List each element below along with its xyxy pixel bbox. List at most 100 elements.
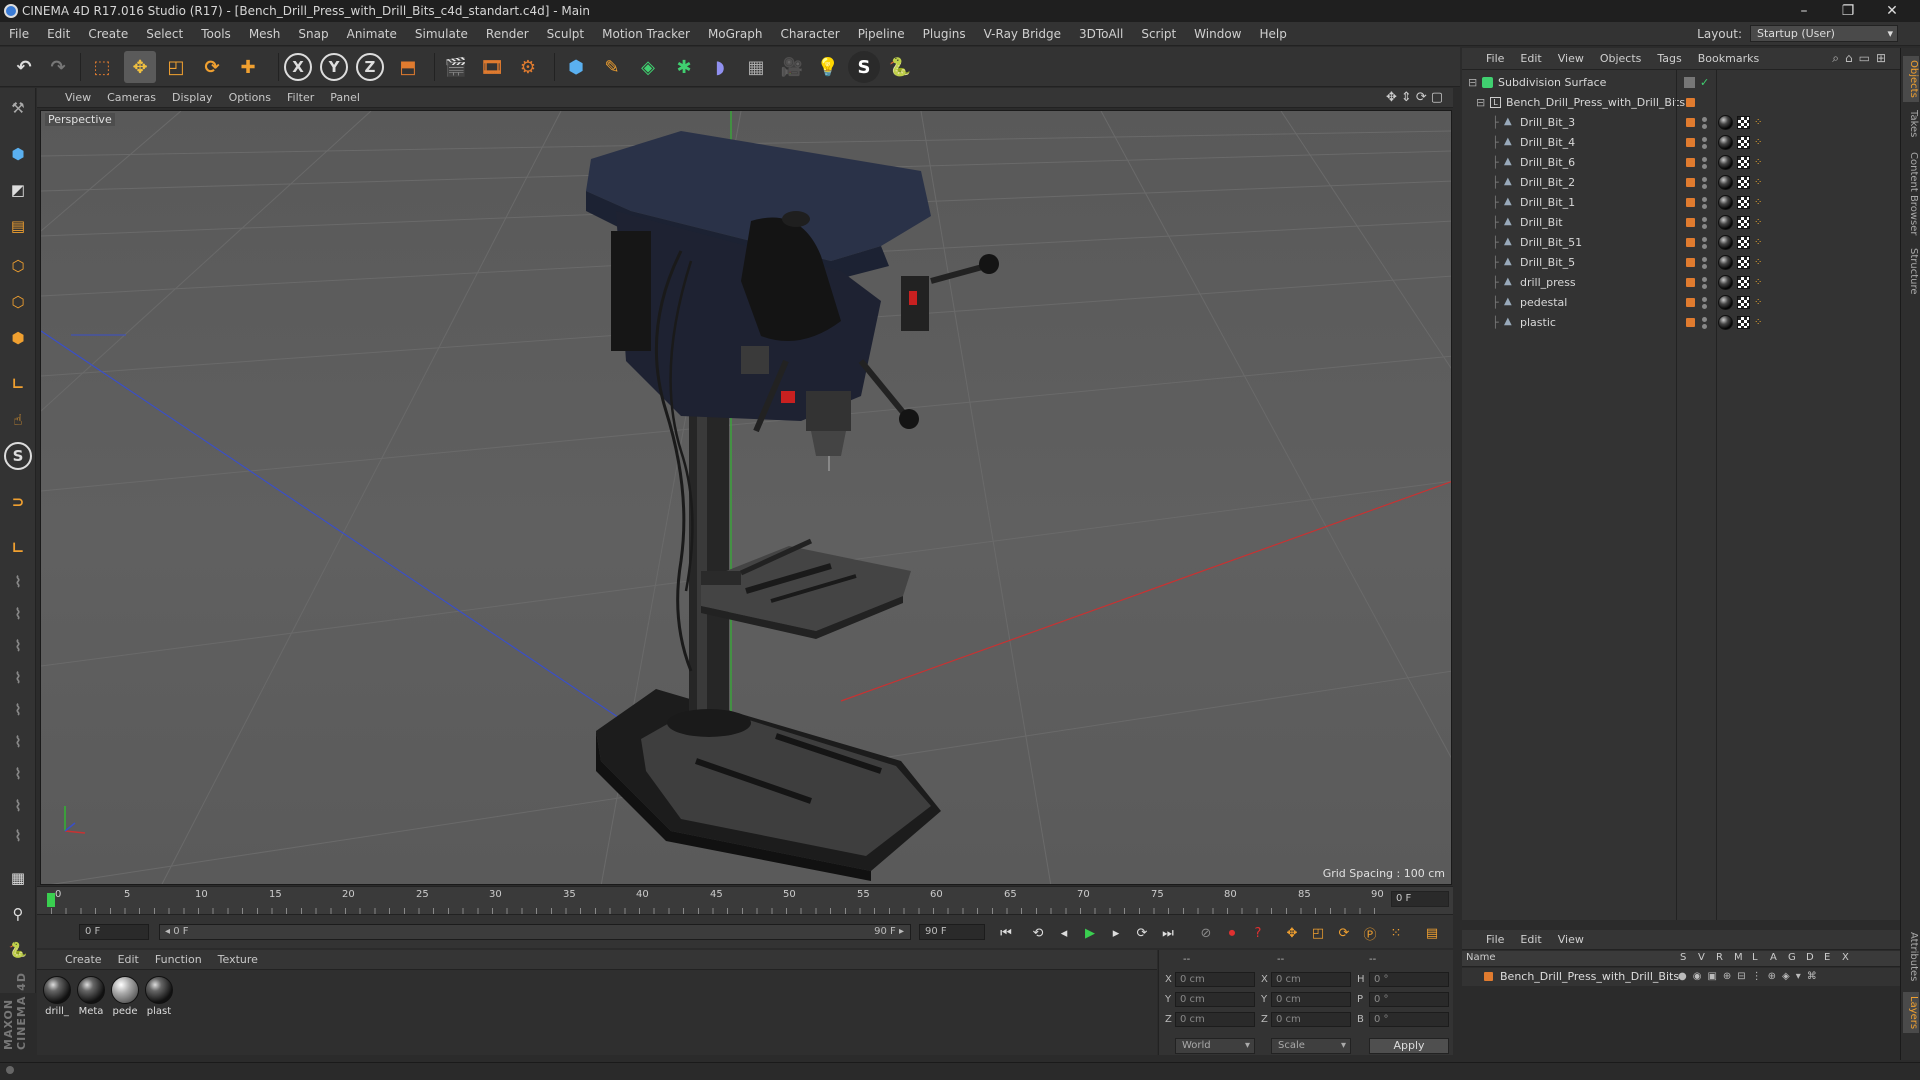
viewport-camera-label[interactable]: Perspective: [45, 113, 115, 126]
object-row-drill-bit[interactable]: ├ ▲ Drill_Bit ⁘: [1462, 213, 1900, 232]
array-cloner-icon[interactable]: ✱: [668, 51, 700, 83]
material-tag-icon[interactable]: [1718, 155, 1733, 170]
render-view-icon[interactable]: 🎬: [440, 51, 472, 83]
menu-render[interactable]: Render: [477, 27, 538, 41]
uvw-tag-icon[interactable]: [1737, 256, 1750, 269]
side-tab-layers[interactable]: Layers: [1903, 992, 1919, 1034]
menu-vray-bridge[interactable]: V-Ray Bridge: [975, 27, 1070, 41]
keyframe-selection-icon[interactable]: ?: [1247, 922, 1269, 944]
object-row-group[interactable]: ⊟ L Bench_Drill_Press_with_Drill_Bits: [1462, 93, 1900, 112]
recent-tools-icon[interactable]: ✚: [232, 51, 264, 83]
uvw-tag-icon[interactable]: [1737, 196, 1750, 209]
timeline-ruler[interactable]: 0 5 10 15 20 25 30 35 40 45 50 55 60 65 …: [37, 886, 1453, 914]
size-x-field[interactable]: 0 cm: [1271, 972, 1351, 987]
position-x-field[interactable]: 0 cm: [1175, 972, 1255, 987]
editor-visibility-dot[interactable]: [1702, 297, 1707, 302]
material-menu-edit[interactable]: Edit: [110, 953, 147, 966]
brush-inflate-icon[interactable]: ⌇: [4, 728, 32, 756]
uvw-tag-icon[interactable]: [1737, 276, 1750, 289]
redo-icon[interactable]: ↷: [42, 51, 74, 83]
previous-frame-icon[interactable]: ◂: [1053, 922, 1075, 944]
editor-visibility-dot[interactable]: [1702, 217, 1707, 222]
lm-menu-file[interactable]: File: [1462, 933, 1512, 946]
undo-icon[interactable]: ↶: [8, 51, 40, 83]
camera-icon[interactable]: 🎥: [776, 51, 808, 83]
render-visibility-dot[interactable]: [1702, 144, 1707, 149]
side-tab-takes[interactable]: Takes: [1903, 106, 1919, 141]
editor-visibility-dot[interactable]: [1702, 257, 1707, 262]
selection-tag-icon[interactable]: ⁘: [1754, 138, 1764, 148]
perspective-viewport[interactable]: Perspective Grid Spacing : 100 cm: [40, 110, 1452, 885]
editor-visibility-dot[interactable]: [1702, 317, 1707, 322]
selection-tag-icon[interactable]: ⁘: [1754, 278, 1764, 288]
menu-mograph[interactable]: MoGraph: [699, 27, 772, 41]
collapse-toggle-icon[interactable]: ⊟: [1468, 73, 1477, 92]
current-frame-field[interactable]: 0 F: [1391, 891, 1449, 907]
points-mode-icon[interactable]: ⬡: [4, 252, 32, 280]
spline-pen-icon[interactable]: ✎: [596, 51, 628, 83]
viewport-menu-view[interactable]: View: [37, 91, 99, 104]
menu-simulate[interactable]: Simulate: [406, 27, 477, 41]
selection-tag-icon[interactable]: ⁘: [1754, 218, 1764, 228]
cube-primitive-icon[interactable]: ⬢: [560, 51, 592, 83]
selection-tag-icon[interactable]: ⁘: [1754, 178, 1764, 188]
selection-tag-icon[interactable]: ⁘: [1754, 118, 1764, 128]
layer-row[interactable]: Bench_Drill_Press_with_Drill_Bits ●◉▣⊕⊟⋮…: [1462, 968, 1900, 986]
next-keyframe-icon[interactable]: ⟳: [1131, 922, 1153, 944]
viewport-menu-cameras[interactable]: Cameras: [99, 91, 164, 104]
menu-help[interactable]: Help: [1250, 27, 1295, 41]
next-frame-icon[interactable]: ▸: [1105, 922, 1127, 944]
object-row-subdivision-surface[interactable]: ⊟ Subdivision Surface ✓: [1462, 73, 1900, 92]
rotate-tool-icon[interactable]: ⟳: [196, 51, 228, 83]
layer-col-e[interactable]: E: [1824, 952, 1830, 963]
viewport-navigation-icons[interactable]: ✥⇕⟳▢: [1386, 90, 1447, 105]
uvw-tag-icon[interactable]: [1737, 216, 1750, 229]
timeline-window-icon[interactable]: ▤: [1421, 922, 1443, 944]
uvw-tag-icon[interactable]: [1737, 116, 1750, 129]
material-tag-icon[interactable]: [1718, 275, 1733, 290]
layout-dropdown[interactable]: Startup (User) ▾: [1750, 25, 1898, 42]
material-tag-icon[interactable]: [1718, 315, 1733, 330]
record-keys-icon[interactable]: ⊘: [1195, 922, 1217, 944]
layer-col-m[interactable]: M: [1734, 952, 1743, 963]
side-tab-content-browser[interactable]: Content Browser: [1903, 148, 1919, 239]
selection-tag-icon[interactable]: ⁘: [1754, 198, 1764, 208]
render-visibility-dot[interactable]: [1702, 284, 1707, 289]
layer-col-x[interactable]: X: [1842, 952, 1849, 963]
snap-magnet-icon[interactable]: ⊃: [4, 488, 32, 516]
material-menu-texture[interactable]: Texture: [210, 953, 266, 966]
uvw-tag-icon[interactable]: [1737, 176, 1750, 189]
om-menu-objects[interactable]: Objects: [1592, 52, 1650, 65]
uvw-tag-icon[interactable]: [1737, 316, 1750, 329]
material-tag-icon[interactable]: [1718, 195, 1733, 210]
lock-workplane-icon[interactable]: ▦: [4, 864, 32, 892]
subdivision-generator-icon[interactable]: ◈: [632, 51, 664, 83]
material-item[interactable]: Meta: [75, 976, 107, 1017]
uvw-tag-icon[interactable]: [1737, 296, 1750, 309]
search-icon[interactable]: ⌕⌂▭⊞: [1832, 51, 1892, 66]
object-row-drill-press[interactable]: ├ ▲ drill_press ⁘: [1462, 273, 1900, 292]
editor-visibility-dot[interactable]: [1702, 157, 1707, 162]
go-to-start-icon[interactable]: ⏮: [995, 922, 1017, 944]
menu-character[interactable]: Character: [771, 27, 848, 41]
solo-mode-icon[interactable]: S: [4, 442, 32, 470]
layer-col-s[interactable]: S: [1680, 952, 1686, 963]
om-menu-view[interactable]: View: [1550, 52, 1592, 65]
material-tag-icon[interactable]: [1718, 115, 1733, 130]
collapse-toggle-icon[interactable]: ⊟: [1476, 93, 1485, 112]
brush-grab-icon[interactable]: ⌇: [4, 760, 32, 788]
brush-erase-icon[interactable]: ⌇: [4, 822, 32, 850]
brush-mask-icon[interactable]: ⌇: [4, 792, 32, 820]
menu-plugins[interactable]: Plugins: [914, 27, 975, 41]
selection-tag-icon[interactable]: ⁘: [1754, 158, 1764, 168]
lm-menu-view[interactable]: View: [1550, 933, 1592, 946]
z-axis-lock-icon[interactable]: Z: [356, 53, 384, 81]
object-row-drill-bit-51[interactable]: ├ ▲ Drill_Bit_51 ⁘: [1462, 233, 1900, 252]
menu-tools[interactable]: Tools: [192, 27, 240, 41]
layer-col-v[interactable]: V: [1698, 952, 1705, 963]
object-row-pedestal[interactable]: ├ ▲ pedestal ⁘: [1462, 293, 1900, 312]
layer-col-l[interactable]: L: [1752, 952, 1758, 963]
editor-visibility-dot[interactable]: [1702, 197, 1707, 202]
material-item[interactable]: drill_: [41, 976, 73, 1017]
menu-file[interactable]: File: [0, 27, 38, 41]
